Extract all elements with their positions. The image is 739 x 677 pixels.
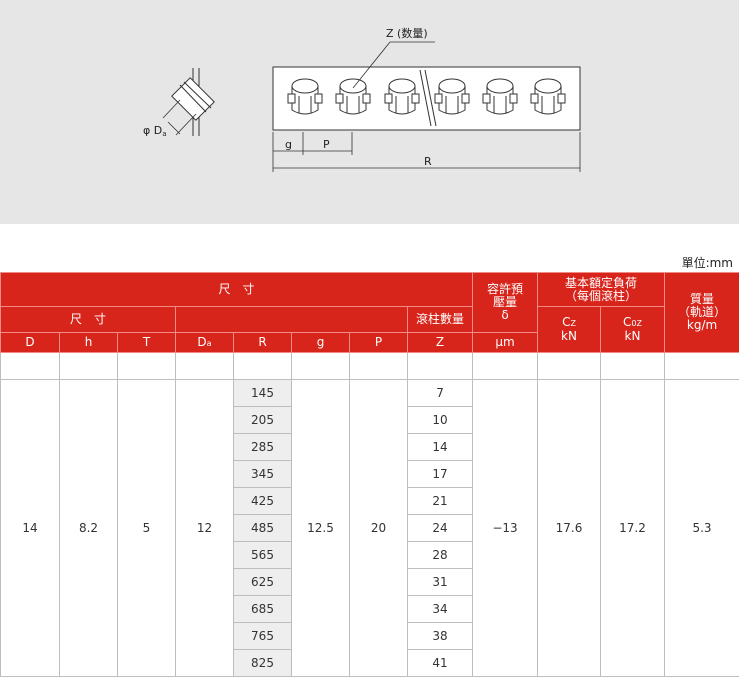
header-col-h: h — [60, 333, 118, 353]
header-col-g: g — [292, 333, 350, 353]
cage-diagram: φ Da Z (数量) g P R — [0, 0, 739, 224]
header-c0z: C0Z kN — [601, 307, 665, 353]
header-roller-count: 滾柱數量 — [408, 307, 473, 333]
cell-r: 285 — [234, 434, 292, 461]
cell-preload: −13 — [473, 380, 538, 677]
header-cz: CZ kN — [538, 307, 601, 353]
cell-r: 625 — [234, 569, 292, 596]
cell-z: 24 — [408, 515, 473, 542]
header-col-z: Z — [408, 333, 473, 353]
cell-z: 10 — [408, 407, 473, 434]
cell-g: 12.5 — [292, 380, 350, 677]
cage-strip — [273, 67, 580, 130]
da-label: φ Da — [143, 124, 167, 138]
unit-note: 單位:mm — [682, 254, 733, 271]
cell-r: 485 — [234, 515, 292, 542]
cell-z: 28 — [408, 542, 473, 569]
cell-z: 14 — [408, 434, 473, 461]
cell-r: 765 — [234, 623, 292, 650]
spec-table: 尺 寸 容許預 壓量 δ 基本額定負荷 （每個滾柱） 質量 （軌道） kg/m … — [0, 272, 739, 677]
header-col-d: D — [1, 333, 60, 353]
cell-t: 5 — [118, 380, 176, 677]
cell-z: 38 — [408, 623, 473, 650]
cell-h: 8.2 — [60, 380, 118, 677]
cell-mass: 5.3 — [665, 380, 739, 677]
cell-p: 20 — [350, 380, 408, 677]
cell-r: 205 — [234, 407, 292, 434]
cell-z: 17 — [408, 461, 473, 488]
header-mass: 質量 （軌道） kg/m — [665, 273, 739, 353]
cell-cz: 17.6 — [538, 380, 601, 677]
header-col-da: Da — [176, 333, 234, 353]
cell-z: 31 — [408, 569, 473, 596]
header-preload: 容許預 壓量 δ — [473, 273, 538, 333]
header-col-t: T — [118, 333, 176, 353]
diagram-panel: φ Da Z (数量) g P R — [0, 0, 739, 224]
table-row: 148.251214512.5207−1317.617.25.3 — [1, 380, 739, 407]
roller-cross-section — [163, 68, 214, 136]
cell-r: 565 — [234, 542, 292, 569]
cell-r: 425 — [234, 488, 292, 515]
cell-z: 41 — [408, 650, 473, 677]
header-col-r: R — [234, 333, 292, 353]
cell-r: 685 — [234, 596, 292, 623]
header-col-preload-unit: μm — [473, 333, 538, 353]
p-label: P — [323, 138, 330, 151]
g-label: g — [285, 138, 292, 151]
header-dimensions: 尺 寸 — [1, 273, 473, 307]
cell-r: 345 — [234, 461, 292, 488]
header-sub-dimensions: 尺 寸 — [1, 307, 176, 333]
cell-z: 7 — [408, 380, 473, 407]
cell-z: 21 — [408, 488, 473, 515]
cell-z: 34 — [408, 596, 473, 623]
header-load-rating: 基本額定負荷 （每個滾柱） — [538, 273, 665, 307]
spacer-row — [1, 353, 739, 380]
header-blank — [176, 307, 408, 333]
r-label: R — [424, 155, 432, 168]
cell-r: 825 — [234, 650, 292, 677]
z-label: Z (数量) — [386, 27, 428, 40]
cell-c0z: 17.2 — [601, 380, 665, 677]
cell-r: 145 — [234, 380, 292, 407]
cell-da: 12 — [176, 380, 234, 677]
cell-d: 14 — [1, 380, 60, 677]
header-col-p: P — [350, 333, 408, 353]
